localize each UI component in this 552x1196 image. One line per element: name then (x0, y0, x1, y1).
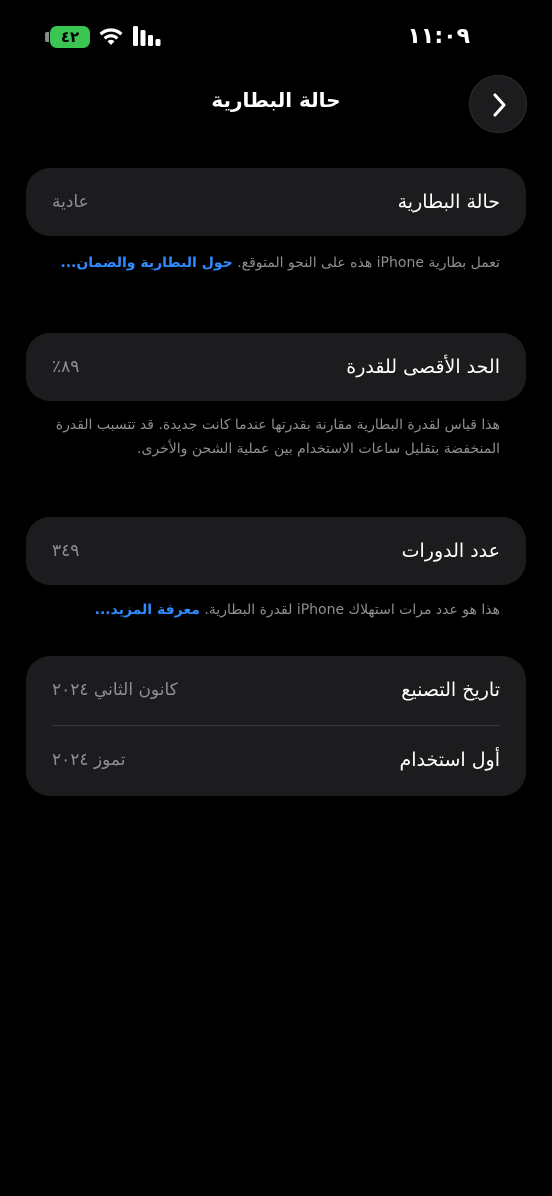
dates-card: تاريخ التصنيع كانون الثاني ٢٠٢٤ أول استخ… (26, 656, 526, 796)
max-capacity-note: هذا قياس لقدرة البطارية مقارنة بقدرتها ع… (55, 417, 500, 457)
wifi-icon (99, 28, 123, 45)
battery-warranty-link[interactable]: حول البطارية والضمان... (60, 255, 232, 271)
cycle-count-note: هذا هو عدد مرات استهلاك iPhone لقدرة الب… (50, 598, 500, 622)
first-use-label: أول استخدام (399, 749, 500, 771)
status-time: ١١:٠٩ (407, 24, 470, 49)
battery-health-screen: ٤٢ ١١:٠٩ حالة البطارية حالة البطارية عاد… (0, 0, 552, 1196)
back-button[interactable] (469, 75, 527, 133)
cycle-count-card: عدد الدورات ٣٤٩ (26, 517, 526, 585)
battery-condition-row: حالة البطارية عادية (26, 168, 526, 236)
max-capacity-label: الحد الأقصى للقدرة (346, 356, 500, 378)
max-capacity-card: الحد الأقصى للقدرة ٨٩٪ (26, 333, 526, 401)
cycle-count-row: عدد الدورات ٣٤٩ (26, 517, 526, 585)
manufacture-date-row: تاريخ التصنيع كانون الثاني ٢٠٢٤ (26, 656, 526, 725)
status-bar: ٤٢ ١١:٠٩ (0, 0, 552, 72)
battery-condition-value: عادية (52, 192, 89, 212)
battery-cap (45, 32, 49, 42)
chevron-right-icon (493, 93, 506, 117)
battery-indicator: ٤٢ (50, 26, 90, 48)
manufacture-date-value: كانون الثاني ٢٠٢٤ (52, 680, 178, 700)
manufacture-date-label: تاريخ التصنيع (401, 679, 500, 701)
learn-more-link[interactable]: معرفة المزيد... (95, 602, 200, 618)
cellular-signal-icon (133, 26, 161, 46)
cycle-count-note-text: هذا هو عدد مرات استهلاك iPhone لقدرة الب… (204, 602, 500, 618)
battery-condition-card: حالة البطارية عادية (26, 168, 526, 236)
battery-condition-note-text: تعمل بطارية iPhone هذه على النحو المتوقع… (237, 255, 500, 271)
battery-condition-note: تعمل بطارية iPhone هذه على النحو المتوقع… (50, 251, 500, 275)
first-use-row: أول استخدام تموز ٢٠٢٤ (26, 725, 526, 796)
cycle-count-value: ٣٤٩ (52, 541, 80, 561)
max-capacity-row: الحد الأقصى للقدرة ٨٩٪ (26, 333, 526, 401)
cycle-count-label: عدد الدورات (401, 540, 500, 562)
battery-condition-label: حالة البطارية (397, 191, 500, 213)
max-capacity-value: ٨٩٪ (52, 357, 80, 377)
first-use-value: تموز ٢٠٢٤ (52, 750, 126, 770)
